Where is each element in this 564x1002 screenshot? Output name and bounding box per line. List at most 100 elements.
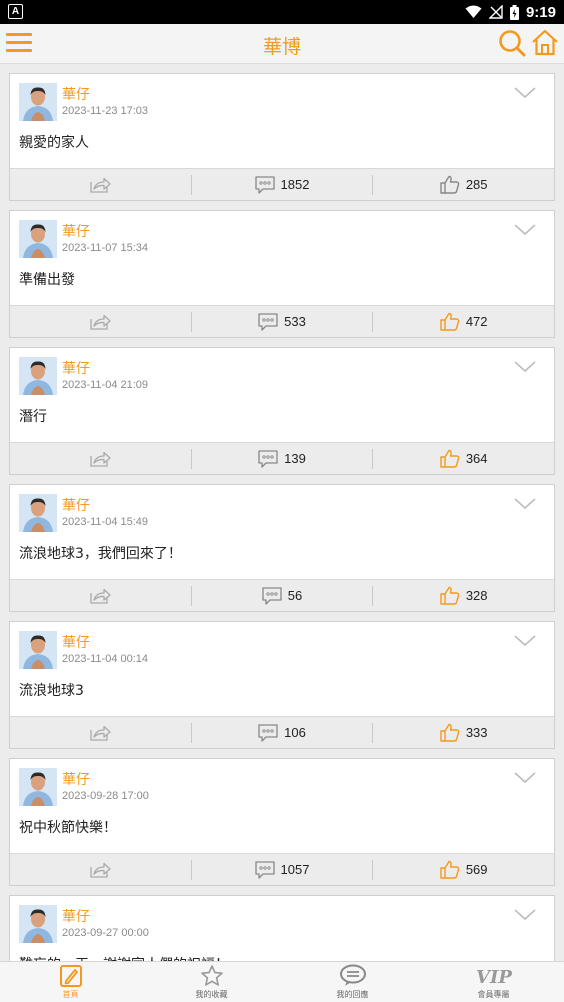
- post-actions: 139 364: [10, 442, 554, 474]
- share-button[interactable]: [10, 175, 191, 195]
- tab-vip[interactable]: VIP 會員專屬: [423, 962, 564, 1002]
- no-signal-icon: [488, 5, 503, 19]
- thumbs-up-icon: [440, 312, 460, 331]
- username[interactable]: 華仔: [62, 358, 90, 378]
- like-count: 569: [465, 862, 488, 877]
- thumbs-up-icon: [440, 586, 460, 605]
- comment-icon: [254, 860, 275, 879]
- like-count: 285: [465, 177, 488, 192]
- share-button[interactable]: [10, 449, 191, 469]
- comment-count: 106: [284, 725, 306, 740]
- avatar[interactable]: [19, 83, 57, 121]
- like-button[interactable]: 364: [372, 448, 554, 469]
- avatar[interactable]: [19, 220, 57, 258]
- post-actions: 533 472: [10, 305, 554, 337]
- tab-my-replies[interactable]: 我的回應: [282, 962, 423, 1002]
- post-timestamp: 2023-11-23 17:03: [62, 105, 149, 117]
- like-button[interactable]: 285: [372, 174, 554, 195]
- search-icon[interactable]: [498, 29, 526, 57]
- comment-icon: [254, 175, 275, 194]
- comment-button[interactable]: 56: [190, 585, 373, 606]
- chevron-down-icon[interactable]: [514, 771, 536, 785]
- page-title: 華博: [262, 36, 301, 58]
- post-actions: 56 328: [10, 579, 554, 611]
- chevron-down-icon[interactable]: [514, 908, 536, 922]
- username[interactable]: 華仔: [62, 495, 90, 515]
- comment-icon: [258, 312, 278, 331]
- tab-label: 我的收藏: [195, 990, 228, 999]
- share-icon: [90, 725, 111, 741]
- comment-count: 1057: [280, 862, 310, 877]
- username[interactable]: 華仔: [62, 906, 90, 926]
- post-text[interactable]: 難忘的一天，謝謝家人們的祝福！: [19, 954, 229, 961]
- post-actions: 106 333: [10, 716, 554, 748]
- post-text[interactable]: 流浪地球3，我們回來了！: [19, 543, 182, 563]
- post-card: 華仔 2023-11-04 15:49 流浪地球3，我們回來了！ 56 328: [9, 484, 555, 612]
- like-button[interactable]: 569: [372, 859, 554, 880]
- chevron-down-icon[interactable]: [514, 86, 536, 100]
- share-icon: [90, 588, 111, 604]
- comment-button[interactable]: 1057: [190, 859, 373, 880]
- comment-button[interactable]: 106: [190, 722, 373, 743]
- status-bar: A 9:19: [0, 0, 564, 24]
- comment-icon: [258, 723, 278, 742]
- username[interactable]: 華仔: [62, 84, 90, 104]
- chevron-down-icon[interactable]: [514, 360, 536, 374]
- share-button[interactable]: [10, 586, 191, 606]
- post-timestamp: 2023-09-28 17:00: [62, 790, 149, 802]
- tab-label: 首頁: [62, 990, 79, 999]
- chat-icon: [339, 964, 366, 986]
- post-timestamp: 2023-09-27 00:00: [62, 927, 149, 939]
- vip-icon: VIP: [476, 967, 512, 988]
- chevron-down-icon[interactable]: [514, 497, 536, 511]
- comment-count: 56: [287, 588, 303, 603]
- like-count: 333: [465, 725, 488, 740]
- username[interactable]: 華仔: [62, 632, 90, 652]
- post-text[interactable]: 潛行: [19, 406, 47, 426]
- post-actions: 1057 569: [10, 853, 554, 885]
- tab-label: 我的回應: [336, 990, 369, 999]
- username[interactable]: 華仔: [62, 221, 90, 241]
- thumbs-up-icon: [440, 723, 460, 742]
- share-button[interactable]: [10, 860, 191, 880]
- star-icon: [200, 965, 223, 986]
- like-count: 364: [465, 451, 488, 466]
- username[interactable]: 華仔: [62, 769, 90, 789]
- clock: 9:19: [525, 3, 556, 21]
- tab-favorites[interactable]: 我的收藏: [141, 962, 282, 1002]
- post-text[interactable]: 祝中秋節快樂！: [19, 817, 117, 837]
- share-button[interactable]: [10, 312, 191, 332]
- like-button[interactable]: 328: [372, 585, 554, 606]
- thumbs-up-icon: [440, 175, 460, 194]
- share-icon: [90, 314, 111, 330]
- comment-button[interactable]: 139: [190, 448, 373, 469]
- post-text[interactable]: 準備出發: [19, 269, 75, 289]
- like-button[interactable]: 472: [372, 311, 554, 332]
- avatar[interactable]: [19, 631, 57, 669]
- post-actions: 1852 285: [10, 168, 554, 200]
- bottom-tab-bar: 首頁 我的收藏 我的回應 VIP 會員專屬: [0, 961, 564, 1002]
- avatar[interactable]: [19, 494, 57, 532]
- share-icon: [90, 177, 111, 193]
- menu-icon[interactable]: [6, 33, 32, 53]
- post-feed[interactable]: 華仔 2023-11-23 17:03 親愛的家人 1852 285 華仔 20…: [0, 64, 564, 961]
- share-button[interactable]: [10, 723, 191, 743]
- chevron-down-icon[interactable]: [514, 223, 536, 237]
- avatar[interactable]: [19, 905, 57, 943]
- like-button[interactable]: 333: [372, 722, 554, 743]
- home-icon[interactable]: [531, 28, 559, 56]
- comment-count: 139: [284, 451, 306, 466]
- post-text[interactable]: 流浪地球3: [19, 680, 84, 700]
- post-timestamp: 2023-11-04 15:49: [62, 516, 149, 528]
- avatar[interactable]: [19, 357, 57, 395]
- battery-icon: [509, 4, 519, 20]
- share-icon: [90, 862, 111, 878]
- chevron-down-icon[interactable]: [514, 634, 536, 648]
- notification-a-icon: A: [8, 4, 23, 19]
- comment-icon: [262, 586, 282, 605]
- comment-button[interactable]: 533: [190, 311, 373, 332]
- tab-home[interactable]: 首頁: [0, 962, 141, 1002]
- avatar[interactable]: [19, 768, 57, 806]
- post-text[interactable]: 親愛的家人: [19, 132, 89, 152]
- comment-button[interactable]: 1852: [190, 174, 373, 195]
